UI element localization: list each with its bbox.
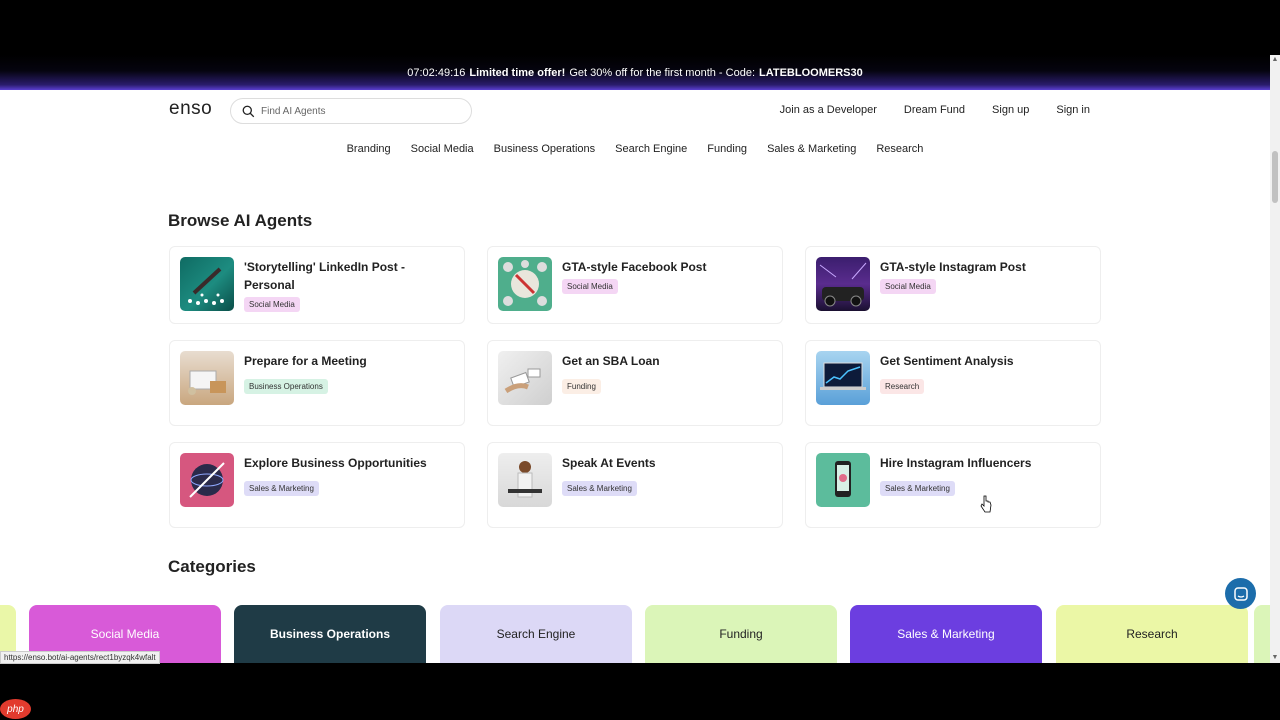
agents-grid: 'Storytelling' LinkedIn Post - Personal … xyxy=(169,246,1102,528)
agent-title: Speak At Events xyxy=(562,456,656,470)
browse-title: Browse AI Agents xyxy=(168,211,313,230)
categories-title: Categories xyxy=(168,557,256,576)
php-logo-badge: php xyxy=(0,699,31,719)
browser-viewport: 07:02:49:16 Limited time offer! Get 30% … xyxy=(0,55,1270,663)
scroll-up-icon[interactable]: ▲ xyxy=(1271,56,1279,64)
agent-thumbnail xyxy=(180,453,234,507)
category-nav: Branding Social Media Business Operation… xyxy=(0,143,1270,155)
category-nav-social-media[interactable]: Social Media xyxy=(411,143,474,155)
promo-timer: 07:02:49:16 xyxy=(407,66,466,79)
mouse-cursor-icon xyxy=(980,495,992,518)
search-input[interactable] xyxy=(261,105,461,117)
scrollbar-thumb[interactable] xyxy=(1272,151,1278,203)
category-nav-business-operations[interactable]: Business Operations xyxy=(494,143,596,155)
enso-logo[interactable]: enso xyxy=(169,98,212,120)
agent-card[interactable]: Speak At Events Sales & Marketing xyxy=(487,442,783,528)
agent-card[interactable]: GTA-style Facebook Post Social Media xyxy=(487,246,783,324)
agent-title: 'Storytelling' LinkedIn Post - Personal xyxy=(244,260,406,292)
category-nav-research[interactable]: Research xyxy=(876,143,923,155)
agent-title: Get an SBA Loan xyxy=(562,354,660,368)
category-tile-business-operations[interactable]: Business Operations xyxy=(234,605,426,663)
agent-thumbnail xyxy=(816,257,870,311)
agent-card[interactable]: Get Sentiment Analysis Research xyxy=(805,340,1101,426)
promo-offer: Limited time offer! xyxy=(469,66,566,79)
promo-banner[interactable]: 07:02:49:16 Limited time offer! Get 30% … xyxy=(0,55,1270,90)
category-nav-funding[interactable]: Funding xyxy=(707,143,747,155)
agent-card[interactable]: GTA-style Instagram Post Social Media xyxy=(805,246,1101,324)
agent-thumbnail xyxy=(180,351,234,405)
agent-tag[interactable]: Research xyxy=(880,379,925,394)
chat-launcher-button[interactable] xyxy=(1225,578,1256,609)
category-tile-search-engine[interactable]: Search Engine xyxy=(440,605,632,663)
agent-tag[interactable]: Business Operations xyxy=(244,379,328,394)
agent-tag[interactable]: Funding xyxy=(562,379,601,394)
category-tile-funding[interactable]: Funding xyxy=(645,605,837,663)
agent-title: GTA-style Facebook Post xyxy=(562,260,707,274)
agent-thumbnail xyxy=(498,453,552,507)
category-nav-sales-marketing[interactable]: Sales & Marketing xyxy=(767,143,856,155)
agent-title: GTA-style Instagram Post xyxy=(880,260,1026,274)
category-nav-search-engine[interactable]: Search Engine xyxy=(615,143,687,155)
sign-up-link[interactable]: Sign up xyxy=(992,104,1029,116)
agent-tag[interactable]: Social Media xyxy=(562,279,618,294)
page-scrollbar[interactable]: ▲ ▼ xyxy=(1270,55,1280,663)
categories-carousel: Social Media Business Operations Search … xyxy=(0,605,1270,663)
agent-title: Get Sentiment Analysis xyxy=(880,354,1014,368)
chat-icon xyxy=(1233,586,1248,601)
agent-thumbnail xyxy=(498,351,552,405)
agent-tag[interactable]: Social Media xyxy=(244,297,300,312)
agent-thumbnail xyxy=(498,257,552,311)
category-tile-research[interactable]: Research xyxy=(1056,605,1248,663)
status-bar-url: https://enso.bot/ai-agents/rect1byzqk4wf… xyxy=(0,651,160,664)
agent-thumbnail xyxy=(816,453,870,507)
agent-title: Explore Business Opportunities xyxy=(244,456,427,470)
header-nav: Join as a Developer Dream Fund Sign up S… xyxy=(780,104,1090,116)
category-nav-branding[interactable]: Branding xyxy=(347,143,391,155)
agent-tag[interactable]: Sales & Marketing xyxy=(880,481,955,496)
agent-card[interactable]: Get an SBA Loan Funding xyxy=(487,340,783,426)
join-developer-link[interactable]: Join as a Developer xyxy=(780,104,877,116)
agent-tag[interactable]: Social Media xyxy=(880,279,936,294)
promo-code: LATEBLOOMERS30 xyxy=(759,66,863,79)
sign-in-link[interactable]: Sign in xyxy=(1056,104,1090,116)
dream-fund-link[interactable]: Dream Fund xyxy=(904,104,965,116)
agent-card[interactable]: Hire Instagram Influencers Sales & Marke… xyxy=(805,442,1101,528)
agent-title: Hire Instagram Influencers xyxy=(880,456,1032,470)
promo-text: Get 30% off for the first month - Code: xyxy=(569,66,756,79)
category-tile-sales-marketing[interactable]: Sales & Marketing xyxy=(850,605,1042,663)
scroll-down-icon[interactable]: ▼ xyxy=(1271,654,1279,662)
agent-card[interactable]: 'Storytelling' LinkedIn Post - Personal … xyxy=(169,246,465,324)
agent-thumbnail xyxy=(816,351,870,405)
site-header: enso Join as a Developer Dream Fund Sign… xyxy=(0,90,1270,130)
agent-title: Prepare for a Meeting xyxy=(244,354,367,368)
category-tile-partial[interactable] xyxy=(1254,605,1270,663)
search-bar[interactable] xyxy=(230,98,472,124)
agent-tag[interactable]: Sales & Marketing xyxy=(562,481,637,496)
agent-tag[interactable]: Sales & Marketing xyxy=(244,481,319,496)
agent-card[interactable]: Explore Business Opportunities Sales & M… xyxy=(169,442,465,528)
search-icon xyxy=(242,105,255,117)
agent-card[interactable]: Prepare for a Meeting Business Operation… xyxy=(169,340,465,426)
agent-thumbnail xyxy=(180,257,234,311)
